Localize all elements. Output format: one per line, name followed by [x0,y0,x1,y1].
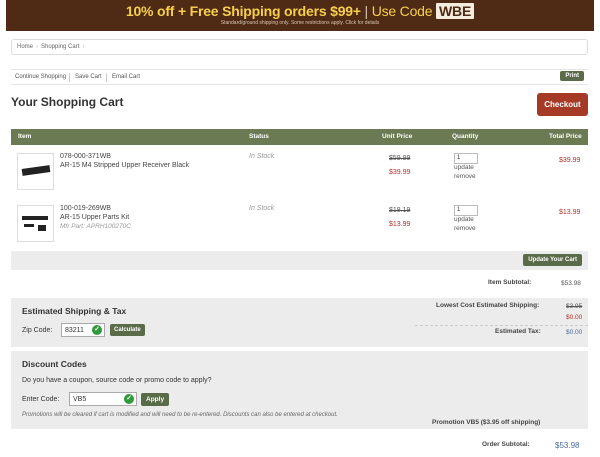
email-cart-link[interactable]: Email Cart [112,74,140,80]
parts-kit-piece [38,225,46,231]
item-name-link[interactable]: AR-15 Upper Parts Kit [60,214,129,221]
promo-plus: + [174,3,190,19]
promo-subtext: Standard/ground shipping only. Some rest… [220,20,380,26]
order-subtotal-value: $53.98 [555,441,580,450]
divider [69,73,70,82]
item-total: $13.99 [559,209,581,216]
calculate-button[interactable]: Calculate [110,324,145,336]
item-status: In Stock [249,153,275,160]
table-row: 100-019-269WB AR-15 Upper Parts Kit Mfr … [11,202,588,247]
item-subtotal-label: Item Subtotal: [488,279,532,286]
apply-button[interactable]: Apply [141,393,170,406]
discount-note: Promotions will be cleared if cart is mo… [22,412,338,418]
chevron-right-icon: › [36,44,39,50]
promo-discount: 10% off [125,3,175,19]
breadcrumb-home[interactable]: Home [17,44,33,50]
lowest-shipping-new: $0.00 [566,314,583,321]
remove-link[interactable]: remove [454,173,476,180]
enter-code-label: Enter Code: [22,396,60,403]
item-old-price: $59.99 [389,155,411,162]
update-link[interactable]: update [454,216,474,223]
table-row: 078-000-371WB AR-15 M4 Stripped Upper Re… [11,150,588,195]
parts-kit-image [22,216,48,220]
breadcrumb: Home › Shopping Cart › [11,39,588,55]
chevron-right-icon: › [82,44,85,50]
item-mfr-part: Mfr Part: APRH100270C [60,223,131,230]
col-total: Total Price [549,133,582,140]
item-price: $13.99 [389,221,411,228]
cart-table-header: Item Status Unit Price Quantity Total Pr… [11,129,588,145]
lowest-shipping-old: $3.95 [566,303,583,310]
applied-promotion: Promotion VB5 ($3.95 off shipping) [432,419,541,426]
divider [106,73,107,82]
promo-separator: | [360,3,372,19]
item-sku: 100-019-269WB [60,205,111,212]
shipping-tax-panel: Estimated Shipping & Tax Zip Code: 83211… [11,298,588,347]
promo-code-badge: WBE [436,3,475,19]
update-link[interactable]: update [454,164,474,171]
estimated-tax-value: $0.00 [566,329,583,336]
update-cart-button[interactable]: Update Your Cart [523,254,582,266]
item-price: $39.99 [389,169,411,176]
col-quantity: Quantity [452,133,479,140]
upper-receiver-image [21,165,51,176]
shipping-title: Estimated Shipping & Tax [22,306,127,316]
remove-link[interactable]: remove [454,225,476,232]
discount-panel: Discount Codes Do you have a coupon, sou… [11,351,588,429]
check-circle-icon: ✓ [124,394,134,404]
item-subtotal-value: $53.98 [561,280,581,287]
checkout-button[interactable]: Checkout [537,93,588,116]
product-image[interactable] [17,205,54,242]
continue-shopping-link[interactable]: Continue Shopping [15,74,66,80]
promo-banner[interactable]: 10% off + Free Shipping orders $99+ | Us… [6,0,594,31]
discount-question: Do you have a coupon, source code or pro… [22,377,212,384]
check-circle-icon: ✓ [92,325,102,335]
update-cart-bar: Update Your Cart [11,251,588,270]
promo-free-shipping: Free Shipping orders $99+ [189,3,361,19]
col-item: Item [18,133,32,140]
item-sku: 078-000-371WB [60,153,111,160]
item-total: $39.99 [559,157,581,164]
product-image[interactable] [17,153,54,190]
breadcrumb-current: Shopping Cart [41,44,80,50]
item-status: In Stock [249,205,275,212]
estimated-tax-label: Estimated Tax: [495,328,541,335]
promo-headline: 10% off + Free Shipping orders $99+ | Us… [6,0,594,19]
quantity-input[interactable]: 1 [454,153,478,164]
quantity-input[interactable]: 1 [454,205,478,216]
parts-kit-piece [24,224,34,227]
lowest-shipping-label: Lowest Cost Estimated Shipping: [436,302,540,309]
cart-toolbar: Continue Shopping Save Cart Email Cart P… [11,69,588,85]
item-name-link[interactable]: AR-15 M4 Stripped Upper Receiver Black [60,162,189,169]
print-button[interactable]: Print [560,71,584,81]
page-title: Your Shopping Cart [11,95,124,109]
col-status: Status [249,133,269,140]
divider [415,325,588,326]
promo-use-code: Use Code [371,3,437,19]
item-old-price: $18.19 [389,207,411,214]
order-subtotal-label: Order Subtotal: [482,441,530,448]
col-unit-price: Unit Price [382,133,413,140]
save-cart-link[interactable]: Save Cart [75,74,102,80]
discount-title: Discount Codes [22,359,87,369]
zip-label: Zip Code: [22,327,53,334]
